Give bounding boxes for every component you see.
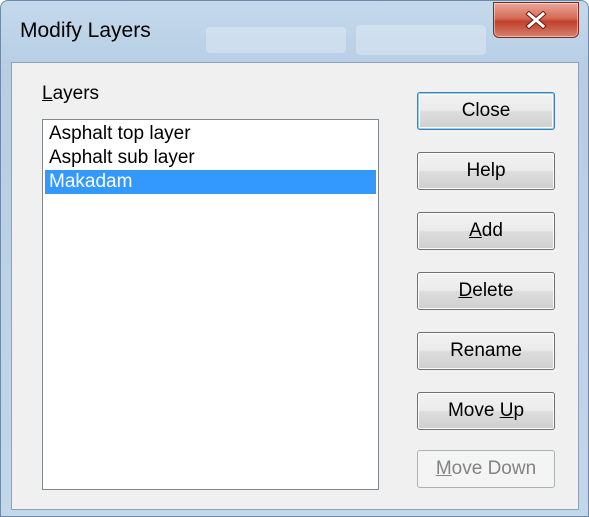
close-x-icon [525,11,547,29]
delete-button-accelerator: D [458,280,473,301]
help-button[interactable]: Help [417,152,555,190]
move-down-button[interactable]: Move Down [417,450,555,488]
add-button-label: dd [481,220,503,241]
move-up-button-label-start: Move [447,400,500,421]
delete-button-label: elete [472,280,514,301]
dialog-window: Modify Layers Layers Asphalt top layer A… [0,0,589,517]
rename-button[interactable]: Rename [417,332,555,370]
move-up-button-accelerator: U [499,400,514,421]
layers-label: Layers [42,83,99,105]
add-button[interactable]: Add [417,212,555,250]
layers-listbox[interactable]: Asphalt top layer Asphalt sub layer Maka… [42,119,379,490]
glass-background-shape [356,25,486,55]
layers-label-text: ayers [52,83,100,104]
window-title: Modify Layers [20,19,151,42]
glass-background-shape [206,27,346,53]
dialog-client-area: Layers Asphalt top layer Asphalt sub lay… [11,62,579,510]
move-down-button-accelerator: M [435,458,452,479]
move-down-button-label: ove Down [451,458,537,479]
close-button[interactable]: Close [417,92,555,130]
list-item-asphalt-top-layer[interactable]: Asphalt top layer [45,122,376,146]
add-button-accelerator: A [469,220,482,241]
list-item-makadam[interactable]: Makadam [45,170,376,194]
delete-button[interactable]: Delete [417,272,555,310]
layers-label-accelerator: L [42,83,53,104]
move-up-button-label-end: p [513,400,525,421]
move-up-button[interactable]: Move Up [417,392,555,430]
list-item-asphalt-sub-layer[interactable]: Asphalt sub layer [45,146,376,170]
window-close-button[interactable] [493,2,579,38]
